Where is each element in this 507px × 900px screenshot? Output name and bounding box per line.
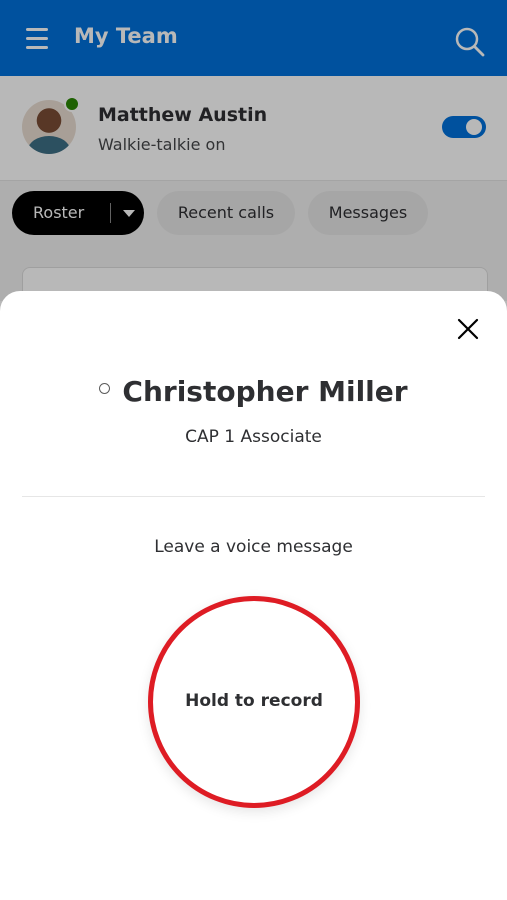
contact-header: Christopher Miller (0, 375, 507, 408)
divider (22, 496, 485, 497)
record-button-label: Hold to record (185, 691, 323, 711)
screen: My Team Matthew Austin Walkie-talkie on … (0, 0, 507, 900)
presence-indicator-icon (99, 383, 111, 394)
contact-name: Christopher Miller (122, 375, 408, 408)
close-icon[interactable] (448, 309, 488, 349)
contact-role: CAP 1 Associate (185, 427, 322, 447)
voice-message-sheet: Christopher Miller CAP 1 Associate Leave… (0, 291, 507, 900)
voice-message-prompt: Leave a voice message (154, 537, 353, 557)
hold-to-record-button[interactable]: Hold to record (148, 596, 360, 808)
